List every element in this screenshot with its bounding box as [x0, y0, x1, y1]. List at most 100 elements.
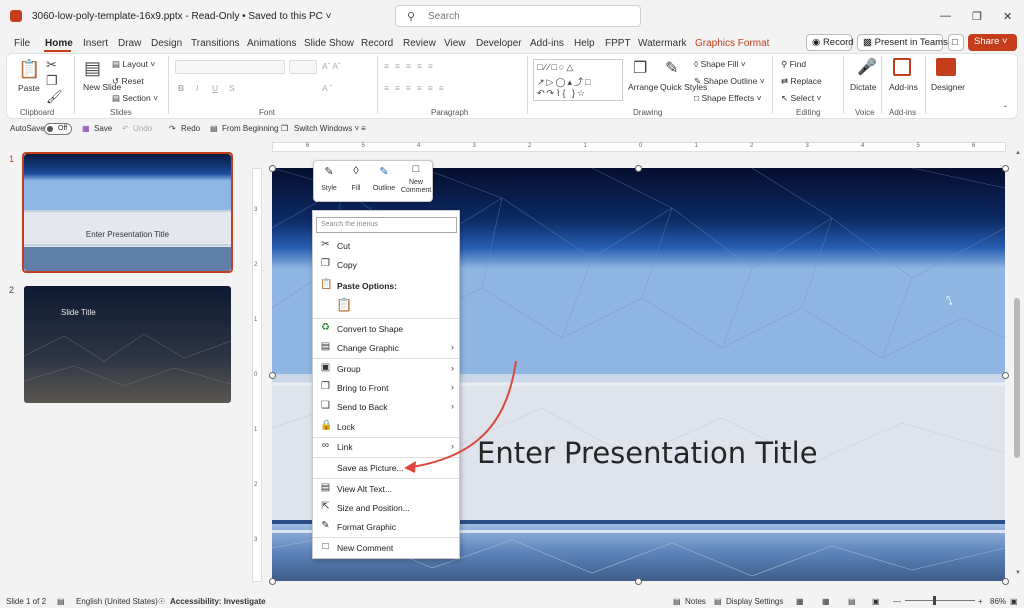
menu-item-size-and-position[interactable]: ⇱ Size and Position...	[312, 499, 460, 517]
strikethrough-icon[interactable]: S	[229, 83, 235, 93]
autosave-toggle[interactable]: Off	[44, 123, 72, 135]
redo-button[interactable]: Redo	[181, 124, 200, 133]
quick-styles-icon[interactable]: ✎	[665, 58, 678, 78]
notes-icon[interactable]: ▤	[673, 597, 681, 606]
tab-slide-show[interactable]: Slide Show	[304, 38, 354, 49]
slide-1-thumbnail[interactable]: Enter Presentation Title	[24, 154, 231, 271]
quick-styles-button[interactable]: Quick Styles	[660, 82, 707, 92]
reset-button[interactable]: ↺ Reset	[112, 76, 144, 87]
search-box[interactable]: ⚲ Search	[395, 5, 641, 27]
underline-icon[interactable]: U	[212, 83, 218, 93]
italic-icon[interactable]: I	[196, 83, 198, 93]
tab-transitions[interactable]: Transitions	[191, 38, 240, 49]
replace-button[interactable]: ⇄ Replace	[781, 76, 822, 87]
switch-windows-button[interactable]: Switch Windows ˅	[294, 124, 359, 133]
tab-view[interactable]: View	[444, 38, 466, 49]
tab-watermark[interactable]: Watermark	[638, 38, 687, 49]
resize-handle[interactable]	[635, 165, 642, 172]
resize-handle[interactable]	[269, 372, 276, 379]
tab-review[interactable]: Review	[403, 38, 436, 49]
ribbon-collapse-icon[interactable]: ˇ	[1004, 104, 1007, 114]
spellcheck-icon[interactable]: ▤	[57, 597, 65, 606]
zoom-in-icon[interactable]: +	[978, 597, 983, 606]
layout-button[interactable]: ▤ Layout ˅	[112, 59, 155, 70]
scrollbar-thumb[interactable]	[1014, 298, 1020, 458]
from-beginning-button[interactable]: From Beginning	[222, 124, 278, 133]
save-button[interactable]: Save	[94, 124, 112, 133]
resize-handle[interactable]	[269, 165, 276, 172]
zoom-level[interactable]: 86%	[990, 597, 1006, 606]
accessibility-status[interactable]: Accessibility: Investigate	[170, 597, 266, 606]
dictate-button[interactable]: Dictate	[850, 82, 876, 92]
outline-button[interactable]: ✎ Outline	[370, 165, 398, 192]
paste-icon[interactable]: 📋	[18, 59, 40, 80]
font-size-box[interactable]	[289, 60, 317, 74]
shape-outline-button[interactable]: ✎ Shape Outline ˅	[694, 76, 765, 87]
resize-handle[interactable]	[635, 578, 642, 585]
format-painter-icon[interactable]: 🖌	[46, 89, 63, 105]
display-icon[interactable]: ▤	[714, 597, 722, 606]
menu-item-cut[interactable]: ✂ Cut	[312, 237, 460, 255]
slideshow-view-icon[interactable]: ▣	[872, 597, 880, 606]
fill-button[interactable]: ◊ Fill	[345, 165, 367, 192]
context-menu-search[interactable]: Search the menus	[316, 217, 457, 233]
menu-item-view-alt-text[interactable]: ▤ View Alt Text...	[312, 480, 460, 498]
accessibility-icon[interactable]: ☉	[158, 597, 165, 606]
fit-slide-icon[interactable]: ▣	[1010, 597, 1018, 606]
tab-file[interactable]: File	[14, 38, 30, 49]
menu-item-copy[interactable]: ❐ Copy	[312, 256, 460, 274]
reading-view-icon[interactable]: ▤	[848, 597, 856, 606]
font-color-icon[interactable]: A ˇ	[322, 83, 332, 93]
menu-item-convert-to-shape[interactable]: ♻ Convert to Shape	[312, 320, 460, 338]
slide-sorter-icon[interactable]: ▦	[822, 597, 830, 606]
resize-handle[interactable]	[1002, 165, 1009, 172]
menu-item-new-comment[interactable]: □ New Comment	[312, 539, 460, 557]
find-button[interactable]: ⚲ Find	[781, 59, 806, 70]
font-name-box[interactable]	[175, 60, 285, 74]
list-icons[interactable]: ≡≡≡≡≡	[384, 61, 439, 71]
tab-developer[interactable]: Developer	[476, 38, 522, 49]
undo-icon[interactable]: ↶	[122, 124, 129, 133]
add-ins-button[interactable]: Add-ins	[889, 82, 918, 92]
select-button[interactable]: ↖ Select ˅	[781, 93, 821, 104]
resize-handle[interactable]	[1002, 372, 1009, 379]
tab-add-ins[interactable]: Add-ins	[530, 38, 564, 49]
slideshow-icon[interactable]: ▤	[210, 124, 218, 133]
restore-icon[interactable]: ❐	[972, 10, 982, 23]
tab-home[interactable]: Home	[45, 38, 73, 49]
vertical-scrollbar[interactable]: ▲ ▼	[1013, 150, 1021, 588]
zoom-slider[interactable]	[905, 600, 975, 601]
copy-icon[interactable]: ❐	[46, 73, 58, 89]
shape-fill-button[interactable]: ◊ Shape Fill ˅	[694, 59, 746, 69]
close-icon[interactable]: ✕	[1003, 10, 1012, 23]
scroll-up-icon[interactable]: ▲	[1015, 150, 1021, 156]
tab-draw[interactable]: Draw	[118, 38, 141, 49]
resize-handle[interactable]	[1002, 578, 1009, 585]
cut-icon[interactable]: ✂	[46, 57, 57, 73]
designer-button[interactable]: Designer	[931, 82, 965, 92]
language[interactable]: English (United States)	[76, 597, 158, 606]
minimize-icon[interactable]: —	[940, 10, 951, 22]
tab-animations[interactable]: Animations	[247, 38, 296, 49]
normal-view-icon[interactable]: ▦	[796, 597, 804, 606]
notes-button[interactable]: Notes	[685, 597, 706, 606]
align-icons[interactable]: ≡≡≡≡≡≡	[384, 83, 450, 93]
style-button[interactable]: ✎ Style	[317, 165, 341, 192]
new-slide-button[interactable]: New Slide	[83, 82, 121, 92]
tab-fppt[interactable]: FPPT	[605, 38, 631, 49]
share-button[interactable]: Share ˅	[968, 34, 1017, 51]
display-settings-button[interactable]: Display Settings	[726, 597, 783, 606]
font-grow-icon[interactable]: Aˆ Aˇ	[322, 61, 341, 71]
redo-icon[interactable]: ↷	[169, 124, 176, 133]
document-title[interactable]: 3060-low-poly-template-16x9.pptx - Read-…	[32, 11, 331, 22]
tab-insert[interactable]: Insert	[83, 38, 108, 49]
new-comment-button[interactable]: □ New Comment	[400, 164, 432, 195]
zoom-out-icon[interactable]: —	[893, 597, 901, 606]
tab-record[interactable]: Record	[361, 38, 393, 49]
tab-graphics-format[interactable]: Graphics Format	[695, 38, 769, 49]
slide-2-thumbnail[interactable]: Slide Title	[24, 286, 231, 403]
shape-effects-button[interactable]: □ Shape Effects ˅	[694, 93, 762, 103]
paste-button[interactable]: Paste	[18, 83, 40, 93]
present-in-teams-button[interactable]: ▩ Present in Teams	[857, 34, 948, 51]
new-slide-icon[interactable]: ▤	[84, 58, 101, 79]
